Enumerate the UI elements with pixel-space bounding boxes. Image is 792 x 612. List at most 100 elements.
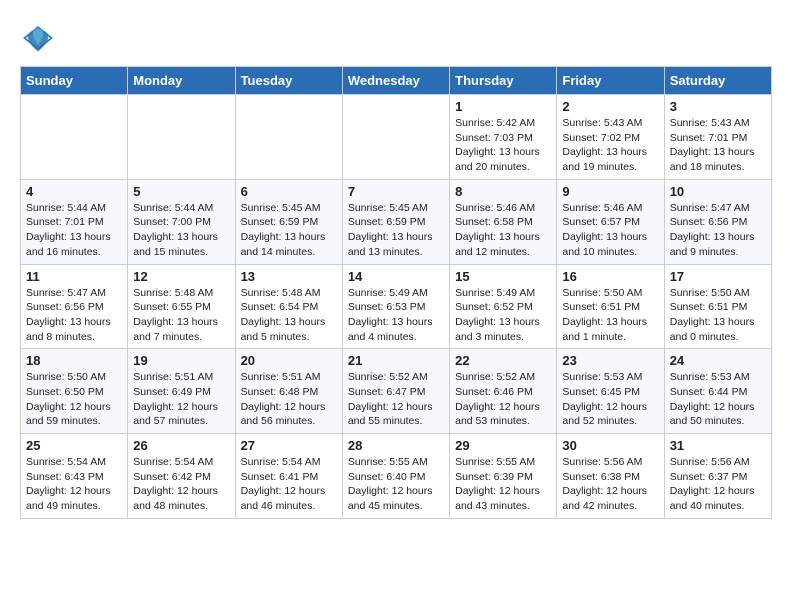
day-header-thursday: Thursday bbox=[450, 67, 557, 95]
page-header bbox=[20, 20, 772, 56]
cell-info: Sunrise: 5:48 AM Sunset: 6:55 PM Dayligh… bbox=[133, 286, 229, 345]
week-row-1: 1Sunrise: 5:42 AM Sunset: 7:03 PM Daylig… bbox=[21, 95, 772, 180]
logo bbox=[20, 20, 62, 56]
calendar-cell: 27Sunrise: 5:54 AM Sunset: 6:41 PM Dayli… bbox=[235, 434, 342, 519]
cell-info: Sunrise: 5:55 AM Sunset: 6:40 PM Dayligh… bbox=[348, 455, 444, 514]
cell-info: Sunrise: 5:53 AM Sunset: 6:44 PM Dayligh… bbox=[670, 370, 766, 429]
calendar-cell: 16 Sunrise: 5:50 AM Sunset: 6:51 PM Dayli… bbox=[557, 264, 664, 349]
calendar-cell: 11 Sunrise: 5:47 AM Sunset: 6:56 PM Dayli… bbox=[21, 264, 128, 349]
calendar-cell: 19 Sunrise: 5:51 AM Sunset: 6:49 PM Dayli… bbox=[128, 349, 235, 434]
cell-info: Sunrise: 5:46 AM Sunset: 6:58 PM Dayligh… bbox=[455, 201, 551, 260]
cell-info: Sunrise: 5:49 AM Sunset: 6:53 PM Dayligh… bbox=[348, 286, 444, 345]
calendar-cell bbox=[235, 95, 342, 180]
day-number: 15 bbox=[455, 269, 551, 284]
day-number: 6 bbox=[241, 184, 337, 199]
cell-info: Sunrise: 5:56 AM Sunset: 6:37 PM Dayligh… bbox=[670, 455, 766, 514]
day-number: 20 bbox=[241, 353, 337, 368]
cell-info: Sunrise: 5:54 AM Sunset: 6:42 PM Dayligh… bbox=[133, 455, 229, 514]
day-number: 12 bbox=[133, 269, 229, 284]
week-row-5: 25 Sunrise: 5:54 AM Sunset: 6:43 PM Dayli… bbox=[21, 434, 772, 519]
calendar-cell: 25 Sunrise: 5:54 AM Sunset: 6:43 PM Dayli… bbox=[21, 434, 128, 519]
calendar-cell: 5 Sunrise: 5:44 AM Sunset: 7:00 PM Daylig… bbox=[128, 179, 235, 264]
calendar-cell: 29 Sunrise: 5:55 AM Sunset: 6:39 PM Dayli… bbox=[450, 434, 557, 519]
cell-info: Sunrise: 5:43 AM Sunset: 7:01 PM Dayligh… bbox=[670, 116, 766, 175]
cell-info: Sunrise: 5:48 AM Sunset: 6:54 PM Dayligh… bbox=[241, 286, 337, 345]
day-number: 17 bbox=[670, 269, 766, 284]
day-number: 2 bbox=[562, 99, 658, 114]
day-number: 18 bbox=[26, 353, 122, 368]
cell-info: Sunrise: 5:55 AM Sunset: 6:39 PM Dayligh… bbox=[455, 455, 551, 514]
cell-info: Sunrise: 5:53 AM Sunset: 6:45 PM Dayligh… bbox=[562, 370, 658, 429]
day-number: 28 bbox=[348, 438, 444, 453]
week-row-3: 11 Sunrise: 5:47 AM Sunset: 6:56 PM Dayli… bbox=[21, 264, 772, 349]
calendar-cell: 10 Sunrise: 5:47 AM Sunset: 6:56 PM Dayli… bbox=[664, 179, 771, 264]
calendar-cell: 23 Sunrise: 5:53 AM Sunset: 6:45 PM Dayli… bbox=[557, 349, 664, 434]
day-number: 5 bbox=[133, 184, 229, 199]
cell-info: Sunrise: 5:47 AM Sunset: 6:56 PM Dayligh… bbox=[670, 201, 766, 260]
day-number: 16 bbox=[562, 269, 658, 284]
calendar-cell: 2 Sunrise: 5:43 AM Sunset: 7:02 PM Daylig… bbox=[557, 95, 664, 180]
cell-info: Sunrise: 5:50 AM Sunset: 6:51 PM Dayligh… bbox=[670, 286, 766, 345]
calendar-cell: 24 Sunrise: 5:53 AM Sunset: 6:44 PM Dayli… bbox=[664, 349, 771, 434]
day-number: 11 bbox=[26, 269, 122, 284]
day-number: 7 bbox=[348, 184, 444, 199]
day-number: 8 bbox=[455, 184, 551, 199]
calendar-cell: 26Sunrise: 5:54 AM Sunset: 6:42 PM Dayli… bbox=[128, 434, 235, 519]
week-row-4: 18 Sunrise: 5:50 AM Sunset: 6:50 PM Dayli… bbox=[21, 349, 772, 434]
calendar-cell: 12 Sunrise: 5:48 AM Sunset: 6:55 PM Dayli… bbox=[128, 264, 235, 349]
calendar-cell: 15 Sunrise: 5:49 AM Sunset: 6:52 PM Dayli… bbox=[450, 264, 557, 349]
week-row-2: 4Sunrise: 5:44 AM Sunset: 7:01 PM Daylig… bbox=[21, 179, 772, 264]
calendar-cell bbox=[21, 95, 128, 180]
calendar-table: SundayMondayTuesdayWednesdayThursdayFrid… bbox=[20, 66, 772, 519]
logo-icon bbox=[20, 20, 56, 56]
day-number: 31 bbox=[670, 438, 766, 453]
day-header-wednesday: Wednesday bbox=[342, 67, 449, 95]
day-number: 9 bbox=[562, 184, 658, 199]
day-header-monday: Monday bbox=[128, 67, 235, 95]
day-number: 1 bbox=[455, 99, 551, 114]
calendar-cell: 4Sunrise: 5:44 AM Sunset: 7:01 PM Daylig… bbox=[21, 179, 128, 264]
day-number: 23 bbox=[562, 353, 658, 368]
calendar-cell: 8 Sunrise: 5:46 AM Sunset: 6:58 PM Daylig… bbox=[450, 179, 557, 264]
day-number: 4 bbox=[26, 184, 122, 199]
cell-info: Sunrise: 5:43 AM Sunset: 7:02 PM Dayligh… bbox=[562, 116, 658, 175]
day-header-tuesday: Tuesday bbox=[235, 67, 342, 95]
day-header-friday: Friday bbox=[557, 67, 664, 95]
calendar-cell: 21Sunrise: 5:52 AM Sunset: 6:47 PM Dayli… bbox=[342, 349, 449, 434]
day-number: 14 bbox=[348, 269, 444, 284]
calendar-cell: 31 Sunrise: 5:56 AM Sunset: 6:37 PM Dayli… bbox=[664, 434, 771, 519]
day-number: 21 bbox=[348, 353, 444, 368]
cell-info: Sunrise: 5:54 AM Sunset: 6:43 PM Dayligh… bbox=[26, 455, 122, 514]
day-header-saturday: Saturday bbox=[664, 67, 771, 95]
calendar-cell: 18 Sunrise: 5:50 AM Sunset: 6:50 PM Dayli… bbox=[21, 349, 128, 434]
cell-info: Sunrise: 5:45 AM Sunset: 6:59 PM Dayligh… bbox=[241, 201, 337, 260]
cell-info: Sunrise: 5:52 AM Sunset: 6:46 PM Dayligh… bbox=[455, 370, 551, 429]
day-number: 19 bbox=[133, 353, 229, 368]
cell-info: Sunrise: 5:47 AM Sunset: 6:56 PM Dayligh… bbox=[26, 286, 122, 345]
calendar-cell bbox=[342, 95, 449, 180]
cell-info: Sunrise: 5:46 AM Sunset: 6:57 PM Dayligh… bbox=[562, 201, 658, 260]
calendar-cell: 20 Sunrise: 5:51 AM Sunset: 6:48 PM Dayli… bbox=[235, 349, 342, 434]
calendar-cell: 28 Sunrise: 5:55 AM Sunset: 6:40 PM Dayli… bbox=[342, 434, 449, 519]
day-number: 29 bbox=[455, 438, 551, 453]
day-number: 3 bbox=[670, 99, 766, 114]
cell-info: Sunrise: 5:45 AM Sunset: 6:59 PM Dayligh… bbox=[348, 201, 444, 260]
cell-info: Sunrise: 5:51 AM Sunset: 6:48 PM Dayligh… bbox=[241, 370, 337, 429]
cell-info: Sunrise: 5:44 AM Sunset: 7:00 PM Dayligh… bbox=[133, 201, 229, 260]
calendar-cell: 6 Sunrise: 5:45 AM Sunset: 6:59 PM Daylig… bbox=[235, 179, 342, 264]
day-header-sunday: Sunday bbox=[21, 67, 128, 95]
day-number: 30 bbox=[562, 438, 658, 453]
cell-info: Sunrise: 5:51 AM Sunset: 6:49 PM Dayligh… bbox=[133, 370, 229, 429]
cell-info: Sunrise: 5:50 AM Sunset: 6:50 PM Dayligh… bbox=[26, 370, 122, 429]
cell-info: Sunrise: 5:49 AM Sunset: 6:52 PM Dayligh… bbox=[455, 286, 551, 345]
calendar-cell: 30Sunrise: 5:56 AM Sunset: 6:38 PM Dayli… bbox=[557, 434, 664, 519]
day-number: 10 bbox=[670, 184, 766, 199]
calendar-cell: 7 Sunrise: 5:45 AM Sunset: 6:59 PM Daylig… bbox=[342, 179, 449, 264]
calendar-cell: 22Sunrise: 5:52 AM Sunset: 6:46 PM Dayli… bbox=[450, 349, 557, 434]
calendar-cell: 14 Sunrise: 5:49 AM Sunset: 6:53 PM Dayli… bbox=[342, 264, 449, 349]
calendar-cell: 3 Sunrise: 5:43 AM Sunset: 7:01 PM Daylig… bbox=[664, 95, 771, 180]
day-number: 24 bbox=[670, 353, 766, 368]
day-number: 13 bbox=[241, 269, 337, 284]
cell-info: Sunrise: 5:50 AM Sunset: 6:51 PM Dayligh… bbox=[562, 286, 658, 345]
day-number: 25 bbox=[26, 438, 122, 453]
